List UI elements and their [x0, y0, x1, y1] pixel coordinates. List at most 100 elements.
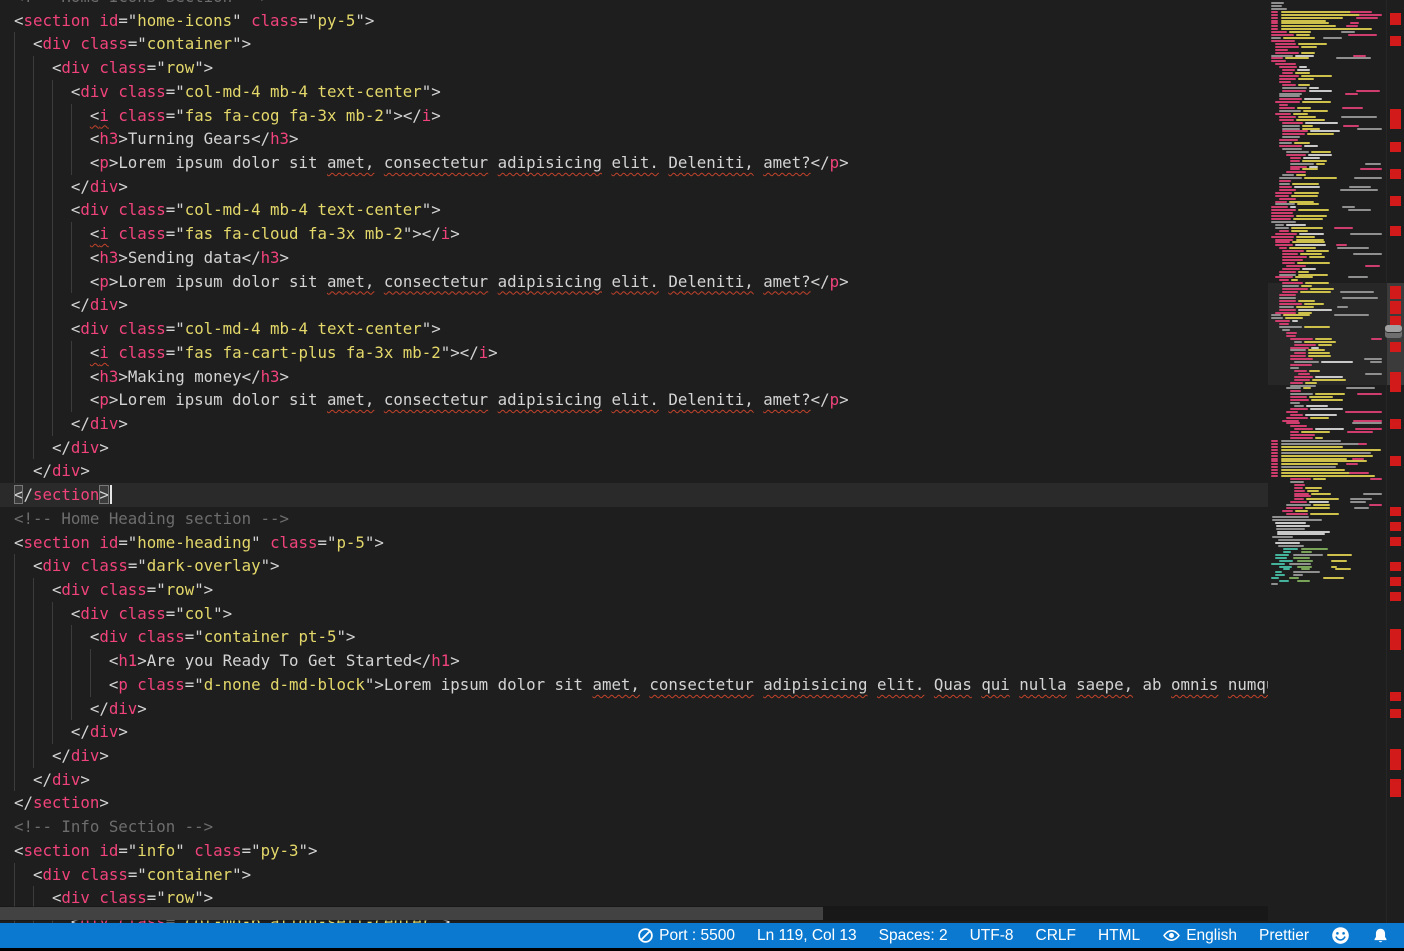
code-line[interactable]: </div> [0, 768, 1268, 792]
indent-guide [90, 673, 109, 697]
code-token: p [118, 675, 127, 694]
horizontal-scrollbar-thumb[interactable] [0, 907, 823, 920]
minimap-line [1279, 300, 1297, 302]
code-line[interactable]: <div class="row"> [0, 578, 1268, 602]
code-token: <!-- Info Section --> [14, 817, 213, 836]
minimap-line [1341, 116, 1377, 118]
code-line[interactable]: <p>Lorem ipsum dolor sit amet, consectet… [0, 270, 1268, 294]
code-token: Turning Gears [128, 129, 251, 148]
status-item-indentation[interactable]: Spaces: 2 [868, 923, 959, 948]
code-line[interactable]: <div class="dark-overlay"> [0, 554, 1268, 578]
code-token: > [109, 390, 118, 409]
code-line[interactable]: <div class="col-md-4 mb-4 text-center"> [0, 317, 1268, 341]
code-line[interactable]: <div class="row"> [0, 56, 1268, 80]
minimap-line [1356, 17, 1377, 19]
code-token: "> [194, 58, 213, 77]
code-token: h3 [270, 129, 289, 148]
status-item-notifications[interactable] [1361, 923, 1400, 948]
status-item-feedback[interactable] [1320, 923, 1361, 948]
status-item-port[interactable]: Port : 5500 [626, 923, 746, 948]
code-token: div [61, 888, 89, 907]
code-token: class [118, 200, 165, 219]
minimap-line [1275, 49, 1288, 51]
minimap-line [1365, 163, 1381, 165]
minimap-line [1294, 495, 1312, 497]
minimap-line [1295, 72, 1309, 74]
status-item-cursor-position[interactable]: Ln 119, Col 13 [746, 923, 868, 948]
status-item-encoding[interactable]: UTF-8 [959, 923, 1025, 948]
code-line[interactable]: <h3>Turning Gears</h3> [0, 127, 1268, 151]
code-line[interactable]: </div> [0, 175, 1268, 199]
code-token: > [99, 485, 108, 504]
code-token: container [147, 34, 232, 53]
code-token: amet, [327, 390, 374, 409]
code-line[interactable]: <i class="fas fa-cloud fa-3x mb-2"></i> [0, 222, 1268, 246]
minimap-line [1299, 66, 1306, 68]
minimap-line [1279, 78, 1297, 80]
minimap-line [1279, 271, 1296, 273]
indent-guide [14, 317, 33, 341]
minimap-line [1279, 323, 1289, 325]
code-token: i [99, 343, 108, 362]
code-line[interactable]: <div class="container pt-5"> [0, 625, 1268, 649]
minimap[interactable] [1268, 0, 1386, 923]
code-line[interactable]: <i class="fas fa-cart-plus fa-3x mb-2"><… [0, 341, 1268, 365]
code-line[interactable]: </div> [0, 436, 1268, 460]
minimap-line [1296, 236, 1315, 238]
code-line[interactable]: <p>Lorem ipsum dolor sit amet, consectet… [0, 151, 1268, 175]
minimap-line [1271, 212, 1293, 214]
code-line[interactable]: <i class="fas fa-cog fa-3x mb-2"></i> [0, 104, 1268, 128]
code-token: class [118, 604, 165, 623]
code-token: Deleniti, [668, 272, 753, 291]
code-line[interactable]: <div class="col-md-4 mb-4 text-center"> [0, 80, 1268, 104]
code-line[interactable]: </div> [0, 459, 1268, 483]
code-line[interactable]: <div class="col"> [0, 602, 1268, 626]
code-line[interactable]: <h1>Are you Ready To Get Started</h1> [0, 649, 1268, 673]
code-token [71, 556, 80, 575]
code-line[interactable]: </div> [0, 412, 1268, 436]
code-line[interactable]: </div> [0, 720, 1268, 744]
status-item-language-mode[interactable]: HTML [1087, 923, 1151, 948]
minimap-line [1294, 493, 1309, 495]
code-line[interactable]: <section id="info" class="py-3"> [0, 839, 1268, 863]
minimap-line [1355, 428, 1382, 430]
minimap-line [1336, 244, 1347, 246]
horizontal-scrollbar[interactable] [0, 906, 1268, 921]
code-line[interactable]: </section> [0, 483, 1268, 507]
code-token: elit. [611, 390, 658, 409]
code-line[interactable]: <div class="col-md-4 mb-4 text-center"> [0, 198, 1268, 222]
code-line[interactable]: <section id="home-icons" class="py-5"> [0, 9, 1268, 33]
code-line[interactable]: </div> [0, 744, 1268, 768]
error-mark [1390, 36, 1401, 46]
minimap-line [1282, 125, 1300, 127]
code-line[interactable]: <!-- Home Heading section --> [0, 507, 1268, 531]
code-line[interactable]: <p class="d-none d-md-block">Lorem ipsum… [0, 673, 1268, 697]
code-token: info [137, 841, 175, 860]
code-line[interactable]: <div class="container"> [0, 863, 1268, 887]
code-line[interactable]: <section id="home-heading" class="p-5"> [0, 531, 1268, 555]
indent-guide [33, 127, 52, 151]
minimap-line [1298, 78, 1313, 80]
code-line[interactable]: <p>Lorem ipsum dolor sit amet, consectet… [0, 388, 1268, 412]
code-token: > [109, 153, 118, 172]
code-line[interactable]: <h3>Making money</h3> [0, 365, 1268, 389]
code-token: < [90, 248, 99, 267]
status-item-eol[interactable]: CRLF [1025, 923, 1087, 948]
code-line[interactable]: </section> [0, 791, 1268, 815]
editor[interactable]: <!-- Home Icons Section --><section id="… [0, 0, 1268, 923]
status-item-spell-checker[interactable]: English [1151, 923, 1248, 948]
code-line[interactable]: <!-- Info Section --> [0, 815, 1268, 839]
scrollbar-grip[interactable] [1385, 325, 1402, 338]
minimap-line [1343, 125, 1359, 127]
code-line-partial[interactable]: <!-- Home Icons Section --> [0, 0, 1268, 9]
code-line[interactable]: </div> [0, 697, 1268, 721]
code-line[interactable]: </div> [0, 293, 1268, 317]
code-line[interactable]: <div class="container"> [0, 32, 1268, 56]
code-line[interactable]: <h3>Sending data</h3> [0, 246, 1268, 270]
minimap-line [1316, 163, 1325, 165]
minimap-line [1279, 247, 1288, 249]
overview-ruler[interactable] [1386, 0, 1404, 923]
indent-guide [14, 198, 33, 222]
status-item-formatter[interactable]: Prettier [1248, 923, 1320, 948]
minimap-line [1304, 341, 1336, 343]
